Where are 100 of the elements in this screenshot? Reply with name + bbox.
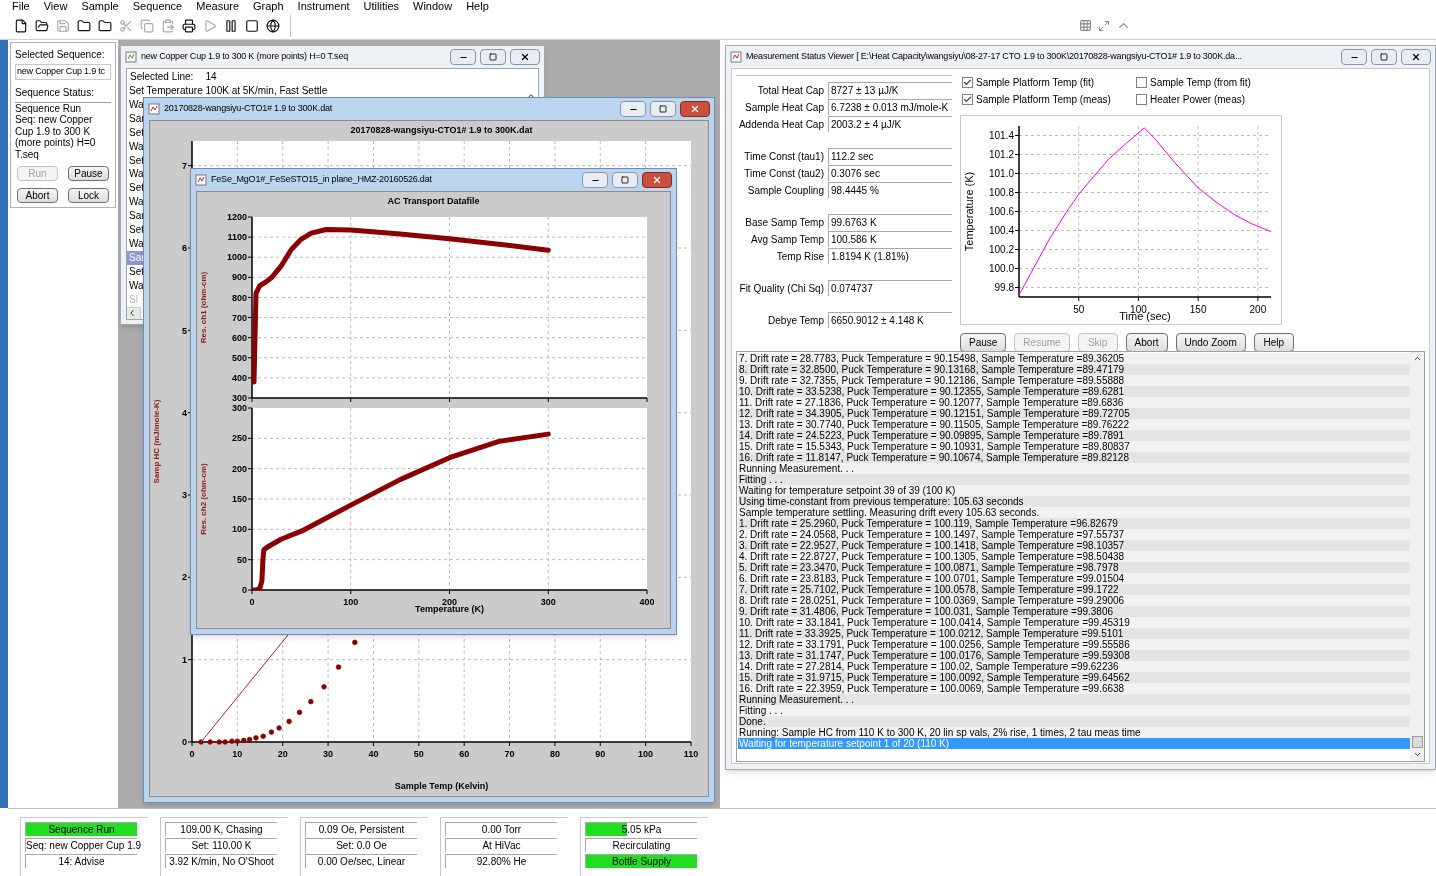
- tick-label: 100: [343, 597, 359, 607]
- tick-label: 30: [323, 749, 334, 759]
- status-field: Recirculating: [585, 838, 697, 852]
- tick-label: 100.6: [988, 206, 1014, 217]
- tick-label: 0: [189, 749, 195, 759]
- status-field: Sequence Run: [25, 822, 137, 836]
- tick-label: 200: [231, 463, 247, 474]
- tick-label: 101.2: [988, 149, 1014, 160]
- tick-label: 110: [683, 749, 699, 759]
- field-label: Avg Samp Temp: [750, 232, 824, 247]
- field-value: 98.4445 %: [828, 182, 952, 198]
- field-label: Sample Heat Cap: [744, 100, 824, 115]
- status-field: 0.09 Oe, Persistent: [305, 822, 417, 836]
- tick-label: 150: [1189, 304, 1207, 315]
- field-label: Temp Rise: [775, 249, 824, 264]
- tick-label: 200: [1249, 304, 1267, 315]
- field-value: 2003.2 ± 4 µJ/K: [828, 116, 952, 132]
- tick-label: 100.2: [988, 244, 1014, 255]
- tick-label: 4: [182, 407, 187, 418]
- tick-label: 100: [231, 524, 247, 535]
- tick-label: 150: [231, 494, 247, 505]
- axis-label: Samp HC (mJ/mole-K): [152, 399, 161, 484]
- tick-label: 400: [231, 373, 247, 384]
- tick-label: 1: [182, 654, 187, 665]
- axis-label: Res. ch2 (ohm-cm): [199, 463, 208, 535]
- checkbox-label: Sample Platform Temp (meas): [976, 93, 1111, 107]
- field-value: 100.586 K: [828, 231, 952, 247]
- axis-label: Sample Temp (Kelvin): [394, 781, 489, 791]
- field-label: Time Const (tau2): [743, 166, 824, 181]
- field-value: 6650.9012 ± 4.148 K: [828, 312, 952, 328]
- field-value: 99.6763 K: [828, 214, 952, 230]
- tick-label: 100: [638, 749, 654, 759]
- tick-label: 101.0: [988, 168, 1014, 179]
- field-value: 1.8194 K (1.81%): [828, 248, 952, 264]
- tick-label: 0: [182, 737, 187, 748]
- tick-label: 5: [182, 325, 187, 336]
- field-label: Selected Line:: [130, 70, 194, 84]
- tick-label: 300: [231, 393, 247, 403]
- tick-label: 7: [182, 160, 187, 171]
- status-field: Bottle Supply: [585, 854, 697, 868]
- field-label: Time Const (tau1): [743, 149, 824, 164]
- checkbox-label: Sample Temp (from fit): [1150, 76, 1251, 90]
- field-label: Sequence Status:: [15, 85, 95, 100]
- field-value: 0.074737: [828, 280, 952, 296]
- tick-label: 100.4: [988, 225, 1014, 236]
- tick-label: 100.0: [988, 263, 1014, 274]
- tick-label: 6: [182, 243, 187, 254]
- status-field: 0.00 Oe/sec, Linear: [305, 854, 417, 868]
- field-label: Fit Quality (Chi Sq): [738, 281, 824, 296]
- chart-title: 20170828-wangsiyu-CTO1# 1.9 to 300K.dat: [350, 125, 533, 135]
- status-field: 0.00 Torr: [445, 822, 557, 836]
- field-label: Addenda Heat Cap: [737, 117, 824, 132]
- field-label: Selected Sequence:: [15, 48, 106, 62]
- field-value: 0.3076 sec: [828, 165, 952, 181]
- tick-label: 3: [182, 490, 187, 501]
- status-field: Set: 110.00 K: [165, 838, 277, 852]
- tick-label: 80: [549, 749, 560, 759]
- tick-label: 40: [368, 749, 379, 759]
- axis-label: Res. ch1 (ohm-cm): [199, 271, 208, 344]
- tick-label: 0: [249, 597, 255, 607]
- tick-label: 1000: [226, 252, 247, 263]
- tick-label: 250: [231, 433, 247, 444]
- checkbox-label: Heater Power (meas): [1150, 93, 1246, 107]
- tick-label: 500: [231, 352, 247, 363]
- tick-label: 800: [231, 292, 247, 303]
- tick-label: 400: [639, 597, 655, 607]
- tick-label: 900: [231, 272, 247, 283]
- tick-label: 70: [504, 749, 515, 759]
- field-value: 6.7238 ± 0.013 mJ/mole-K: [828, 99, 952, 115]
- field-label: Total Heat Cap: [756, 83, 824, 98]
- tick-label: 60: [459, 749, 470, 759]
- tick-label: 101.4: [988, 130, 1014, 141]
- tick-label: 90: [595, 749, 606, 759]
- status-text: Sequence Run: [15, 102, 83, 114]
- tick-label: 99.8: [994, 282, 1014, 293]
- window-title: Measurement Status Viewer [ E:\Heat Capacity\wangsiyu\08-27-17 CTO 1.9 to 300K\20170828-wangsiyu-CTO1# 1.9 to 300K.da...: [746, 50, 1243, 64]
- status-field: 92.80% He: [445, 854, 557, 868]
- window-title: new Copper Cup 1.9 to 300 K (more points) H=0 T.seq: [141, 50, 349, 64]
- tick-label: 20: [277, 749, 288, 759]
- field-label: Debye Temp: [767, 313, 824, 328]
- tick-label: 50: [237, 554, 247, 565]
- tick-label: 300: [540, 597, 556, 607]
- status-field: 109.00 K, Chasing: [165, 822, 277, 836]
- plot-title: AC Transport Datafile: [387, 195, 480, 208]
- field-label: Sample Coupling: [746, 183, 824, 198]
- status-text: Seq: new Copper Cup 1.9 to 300 K (more points) H=0 T.seq: [15, 114, 97, 160]
- axis-label: Temperature (K): [963, 171, 975, 252]
- tick-label: 0: [242, 585, 247, 596]
- tick-label: 600: [231, 332, 247, 343]
- tick-label: 1200: [226, 212, 247, 223]
- status-field: Set: 0.0 Oe: [305, 838, 417, 852]
- tick-label: 300: [231, 403, 247, 414]
- field-value: 14: [205, 70, 217, 84]
- status-field: 14: Advise: [25, 854, 137, 868]
- tick-label: 10: [232, 749, 243, 759]
- window-title: 20170828-wangsiyu-CTO1# 1.9 to 300K.dat: [164, 102, 334, 116]
- tick-label: 50: [1073, 304, 1085, 315]
- checkbox-label: Sample Platform Temp (fit): [976, 76, 1095, 90]
- field-label: Base Samp Temp: [744, 215, 824, 230]
- tick-label: 1100: [227, 232, 247, 243]
